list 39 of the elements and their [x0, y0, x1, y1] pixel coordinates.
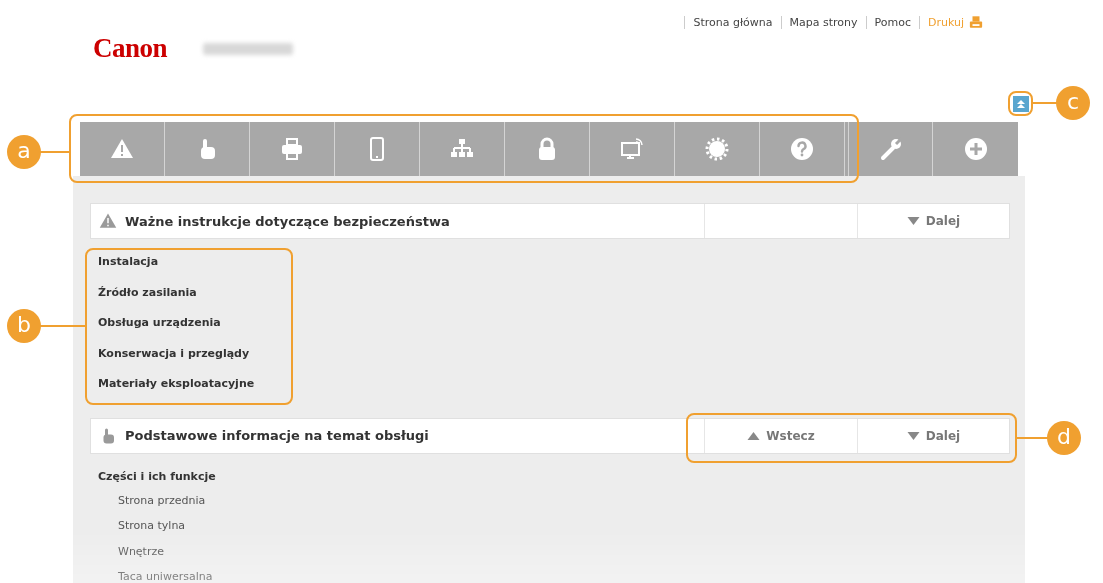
printer-icon [280, 137, 304, 161]
callout-marker: c [1056, 86, 1090, 120]
header-link[interactable]: Mapa strony [789, 15, 858, 29]
topic-link[interactable]: Części i ich funkcje [98, 465, 216, 491]
callout-frame [1008, 91, 1033, 116]
leader-line [40, 151, 69, 153]
topic-link[interactable]: Źródło zasilania [98, 281, 197, 312]
plus-icon [963, 137, 988, 161]
header-link[interactable]: Pomoc [874, 15, 911, 29]
subtopic-link[interactable]: Strona tylna [98, 516, 186, 542]
leader-line [40, 325, 85, 327]
subtopic-link[interactable]: Taca uniwersalna [98, 567, 213, 583]
back-to-top-button[interactable] [1013, 96, 1029, 112]
down-triangle-icon [906, 430, 920, 441]
double-up-arrow-icon [1016, 99, 1026, 109]
topic-link[interactable]: Materiały eksploatacyjne [98, 373, 255, 404]
topic-link[interactable]: Instalacja [98, 251, 159, 282]
callout-marker: b [7, 309, 41, 343]
wireless-monitor-icon [620, 137, 644, 161]
leader-line [1033, 102, 1057, 104]
up-triangle-icon [747, 430, 761, 441]
help-icon [790, 137, 814, 161]
callout-marker: a [7, 135, 41, 169]
section-title: Ważne instrukcje dotyczące bezpieczeństwa [125, 213, 450, 229]
canon-logo: Canon [93, 33, 168, 64]
section-title: Podstawowe informacje na temat obsługi [125, 428, 429, 443]
callout-marker: d [1047, 421, 1081, 455]
wrench-icon [878, 137, 903, 161]
subtopic-link[interactable]: Strona przednia [98, 490, 206, 516]
warning-icon [110, 137, 134, 161]
subtopic-link[interactable]: Wnętrze [98, 541, 164, 567]
printer-icon [969, 15, 983, 29]
warning-icon [99, 212, 117, 230]
header-link[interactable]: Strona główna [693, 15, 773, 29]
topic-link[interactable]: Obsługa urządzenia [98, 312, 221, 343]
topic-link[interactable]: Konserwacja i przeglądy [98, 342, 250, 373]
settings-icon [705, 137, 729, 161]
leader-line [1017, 437, 1048, 439]
down-triangle-icon [906, 216, 920, 226]
